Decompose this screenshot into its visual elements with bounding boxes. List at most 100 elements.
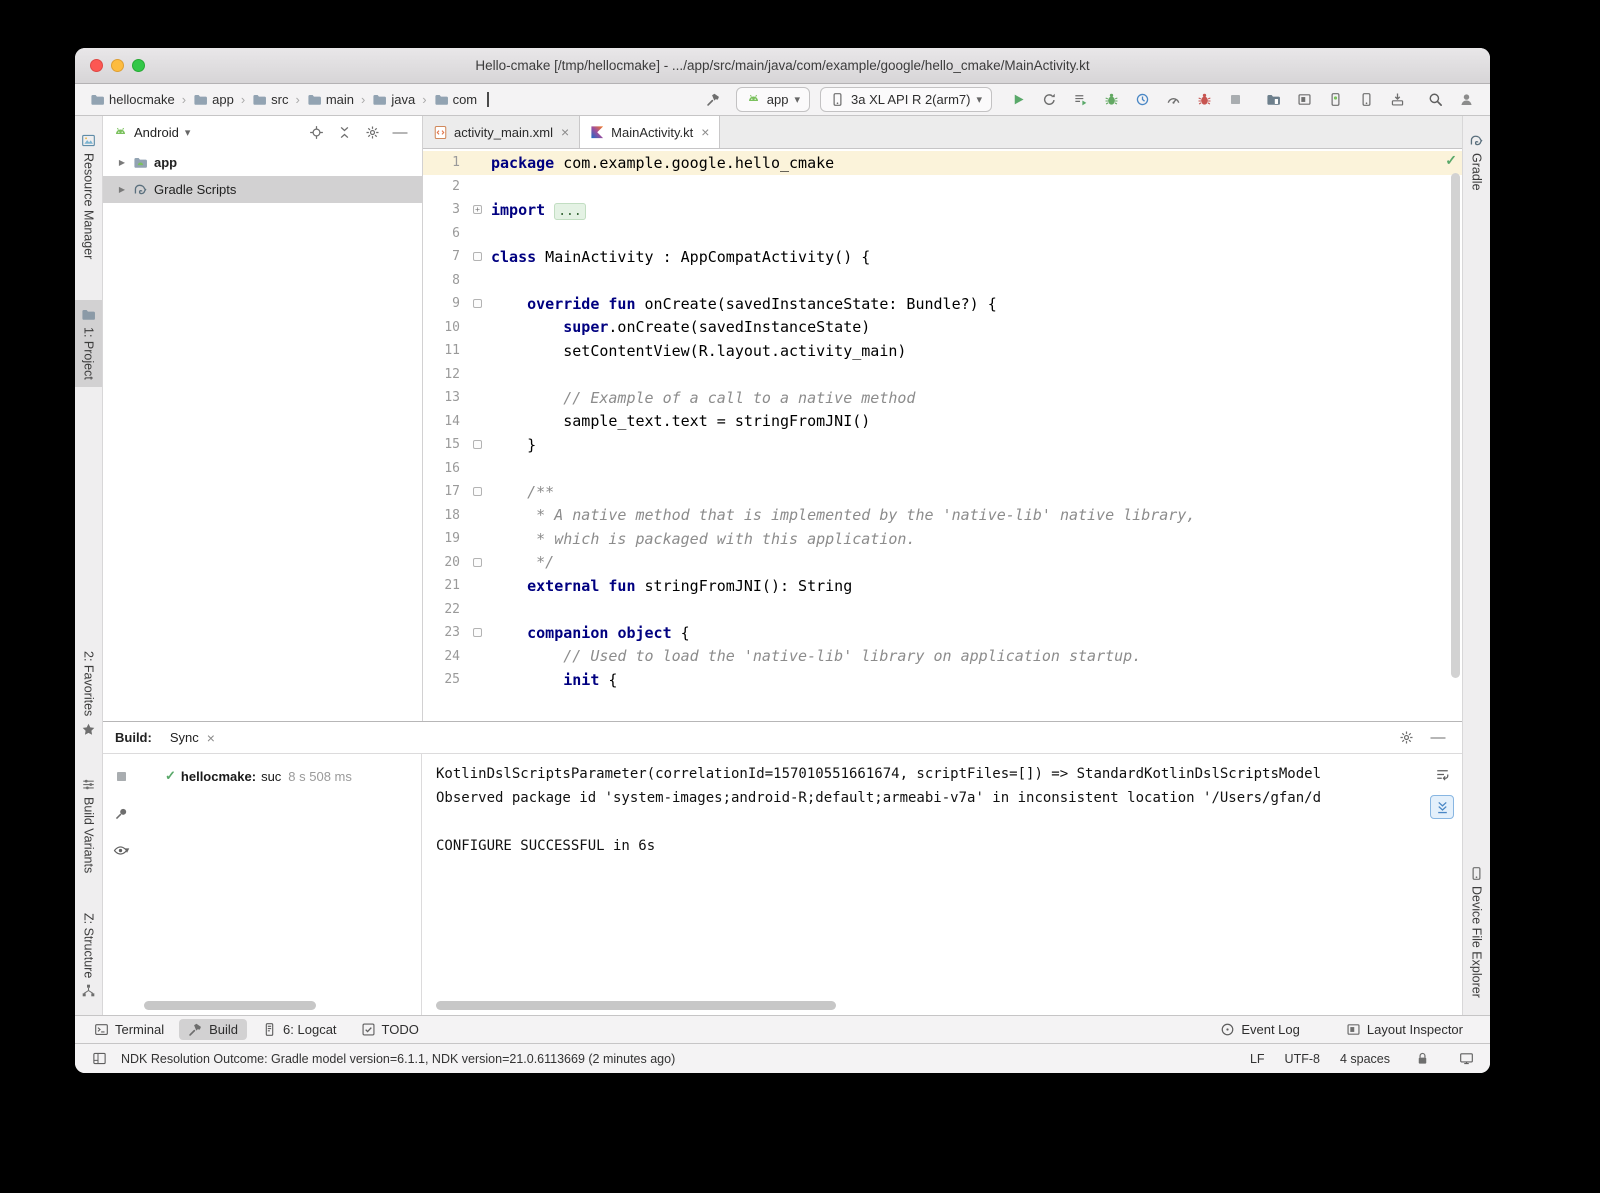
breadcrumb-item[interactable]: hellocmake: [87, 91, 178, 108]
tool-button-build[interactable]: Build: [179, 1019, 247, 1040]
hide-build-panel-button[interactable]: —: [1426, 726, 1450, 750]
tool-button-device-file-explorer[interactable]: Device File Explorer: [1463, 859, 1490, 1005]
editor-vertical-scrollbar[interactable]: [1451, 173, 1460, 678]
tool-button-favorites[interactable]: 2: Favorites: [75, 644, 102, 743]
breadcrumb-item[interactable]: src: [249, 91, 291, 108]
hide-project-panel-button[interactable]: —: [388, 121, 412, 145]
lock-button[interactable]: [1410, 1047, 1434, 1071]
fold-marker[interactable]: [473, 558, 482, 567]
fold-marker[interactable]: [473, 299, 482, 308]
apply-code-changes-button[interactable]: [1068, 88, 1092, 112]
build-settings-button[interactable]: [1394, 726, 1418, 750]
tool-button-terminal[interactable]: Terminal: [85, 1019, 173, 1040]
favorites-star-icon: [81, 722, 96, 737]
code-line: 16: [423, 457, 1462, 481]
device-file-explorer-button[interactable]: [1261, 88, 1285, 112]
breadcrumb-item[interactable]: java: [369, 91, 418, 108]
sdk-manager-button[interactable]: [1385, 88, 1409, 112]
tool-button-gradle[interactable]: Gradle: [1463, 126, 1490, 198]
tool-button-todo[interactable]: TODO: [352, 1019, 428, 1040]
close-icon[interactable]: ×: [207, 730, 215, 746]
search-everywhere-button[interactable]: [1423, 88, 1447, 112]
fold-marker[interactable]: [473, 487, 482, 496]
stop-button[interactable]: [1223, 88, 1247, 112]
inspections-ok-icon[interactable]: ✓: [1445, 152, 1457, 169]
breadcrumb-item[interactable]: app: [190, 91, 237, 108]
build-panel-toolbar: ▾: [103, 754, 139, 1015]
device-select[interactable]: 3a XL API R 2(arm7) ▾: [820, 87, 992, 112]
line-number: 1: [423, 155, 469, 170]
fold-marker[interactable]: [473, 440, 482, 449]
avd-manager-button[interactable]: [1323, 88, 1347, 112]
output-horizontal-scrollbar[interactable]: [436, 1001, 836, 1010]
scroll-to-end-button[interactable]: [1430, 795, 1454, 819]
device-manager-button[interactable]: [1354, 88, 1378, 112]
bottom-tool-bar: Terminal Build 6: Logcat TODO Event Log Layo…: [75, 1015, 1490, 1043]
close-icon[interactable]: ×: [701, 124, 709, 140]
close-window-button[interactable]: [90, 59, 103, 72]
gear-icon: [1399, 730, 1414, 745]
phone-icon: [830, 92, 845, 107]
project-view-select[interactable]: Android: [134, 125, 179, 140]
locate-icon: [309, 125, 324, 140]
apply-changes-button[interactable]: [1037, 88, 1061, 112]
line-number: 16: [423, 461, 469, 476]
tab-mainactivity-kt[interactable]: MainActivity.kt×: [580, 116, 720, 148]
tab-activity-main-xml[interactable]: activity_main.xml×: [423, 116, 580, 148]
app-folder-icon: [133, 155, 148, 170]
chevron-right-icon: ›: [296, 92, 300, 107]
soft-wrap-icon: [1435, 767, 1450, 782]
avatar-icon: [1459, 92, 1474, 107]
zoom-window-button[interactable]: [132, 59, 145, 72]
attach-debugger-button[interactable]: [1192, 88, 1216, 112]
pin-tab-button[interactable]: [109, 801, 133, 825]
profile-app-button[interactable]: [1161, 88, 1185, 112]
tool-button-structure[interactable]: Z: Structure: [75, 906, 102, 1005]
stop-build-button[interactable]: [109, 764, 133, 788]
chevron-down-icon[interactable]: ▾: [185, 126, 191, 139]
tool-button-event-log[interactable]: Event Log: [1211, 1019, 1309, 1040]
run-button[interactable]: [1006, 88, 1030, 112]
tree-item-gradle-scripts[interactable]: ▶Gradle Scripts: [103, 176, 422, 203]
tool-window-switcher-button[interactable]: [87, 1047, 111, 1071]
success-check-icon: ✓: [165, 768, 176, 784]
debug-button[interactable]: [1099, 88, 1123, 112]
layout-inspector-button[interactable]: [1292, 88, 1316, 112]
chevron-right-icon[interactable]: ▶: [117, 158, 127, 167]
tree-item-app[interactable]: ▶app: [103, 149, 422, 176]
collapse-all-button[interactable]: [332, 121, 356, 145]
line-number: 13: [423, 390, 469, 405]
chevron-right-icon[interactable]: ▶: [117, 185, 127, 194]
line-separator-widget[interactable]: LF: [1250, 1052, 1265, 1066]
indent-widget[interactable]: 4 spaces: [1340, 1052, 1390, 1066]
close-icon[interactable]: ×: [561, 124, 569, 140]
tree-horizontal-scrollbar[interactable]: [144, 1001, 316, 1010]
build-task-row[interactable]: ✓ hellocmake: suc 8 s 508 ms: [139, 764, 421, 788]
editor[interactable]: 1package com.example.google.hello_cmake2…: [423, 149, 1462, 721]
tab-sync[interactable]: Sync ×: [170, 730, 215, 746]
locate-file-button[interactable]: [304, 121, 328, 145]
fold-marker[interactable]: +: [473, 205, 482, 214]
code-area: 1package com.example.google.hello_cmake2…: [423, 151, 1462, 692]
gear-icon: [365, 125, 380, 140]
profile-avatar-button[interactable]: [1454, 88, 1478, 112]
tool-button-build-variants[interactable]: Build Variants: [75, 770, 102, 880]
tool-button-resource-manager[interactable]: Resource Manager: [75, 126, 102, 266]
build-project-button[interactable]: [702, 88, 726, 112]
tool-button-project[interactable]: 1: Project: [75, 300, 102, 387]
screen-reader-button[interactable]: [1454, 1047, 1478, 1071]
profiler-button[interactable]: [1130, 88, 1154, 112]
encoding-widget[interactable]: UTF-8: [1285, 1052, 1320, 1066]
soft-wrap-button[interactable]: [1430, 762, 1454, 786]
minimize-window-button[interactable]: [111, 59, 124, 72]
project-settings-button[interactable]: [360, 121, 384, 145]
tool-button-layout-inspector[interactable]: Layout Inspector: [1337, 1019, 1472, 1040]
code-line: 6: [423, 222, 1462, 246]
run-config-select[interactable]: app ▾: [736, 87, 810, 112]
fold-marker[interactable]: [473, 252, 482, 261]
tool-button-logcat[interactable]: 6: Logcat: [253, 1019, 346, 1040]
breadcrumb-item[interactable]: com: [431, 91, 481, 108]
fold-marker[interactable]: [473, 628, 482, 637]
breadcrumb-item[interactable]: main: [304, 91, 357, 108]
filter-button[interactable]: ▾: [109, 838, 133, 862]
